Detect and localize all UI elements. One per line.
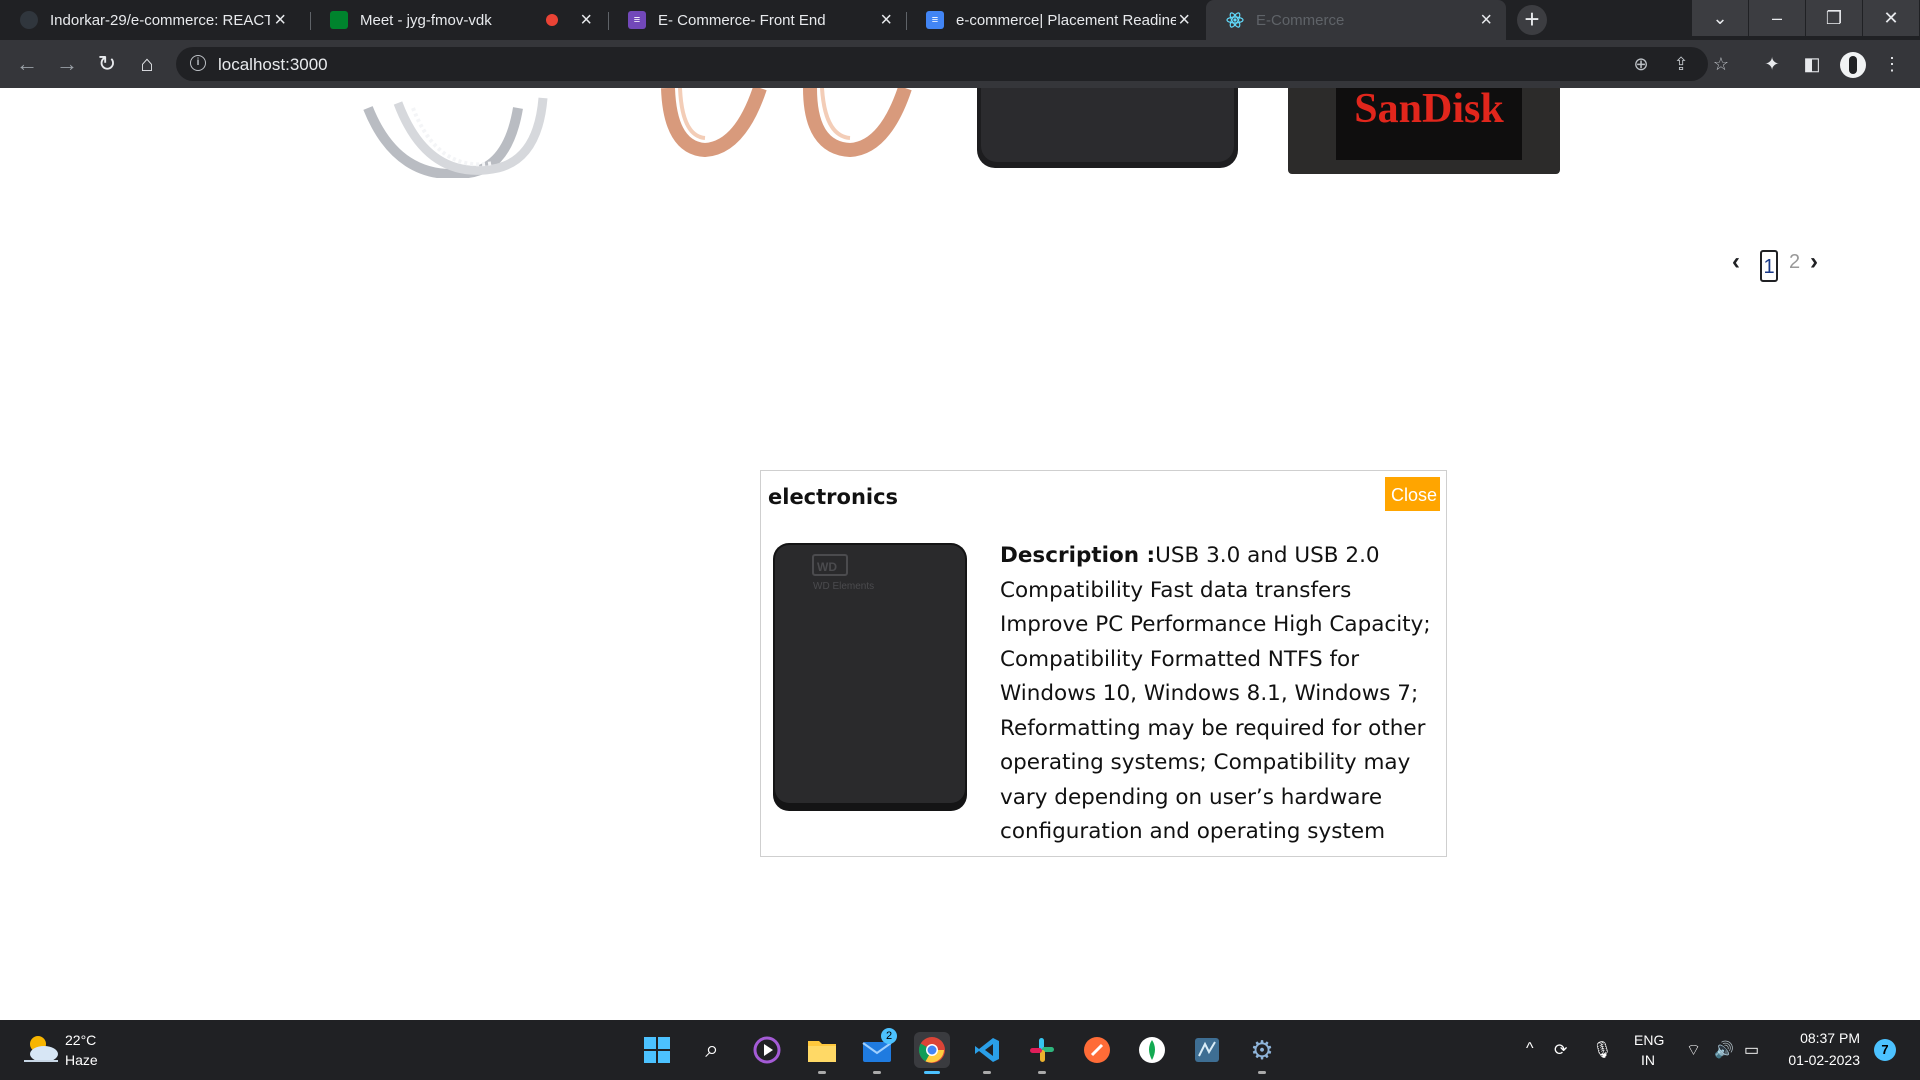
close-tab-icon[interactable]: ×	[880, 10, 892, 30]
browser-toolbar: ← → ↻ ⌂ i localhost:3000 ⊕ ⇪ ☆ ✦ ◧ ⋮	[0, 40, 1920, 88]
weather-haze-icon[interactable]	[22, 1032, 62, 1066]
github-icon	[20, 11, 38, 29]
svg-text:WD: WD	[817, 560, 837, 574]
pagination: ‹ 1 2 ›	[1730, 246, 1840, 286]
running-indicator	[983, 1071, 991, 1074]
back-arrow-icon[interactable]: ←	[13, 50, 41, 78]
ssd-image[interactable]: SanDisk	[1288, 88, 1560, 176]
tab-search-button[interactable]: ⌄	[1692, 0, 1748, 36]
restore-button[interactable]: ❐	[1806, 0, 1862, 36]
file-explorer-icon[interactable]	[804, 1032, 840, 1074]
tab-forms[interactable]: ≡ E- Commerce- Front End ×	[608, 0, 906, 40]
settings-gear-icon[interactable]: ⚙	[1244, 1032, 1280, 1074]
prev-page-button[interactable]: ‹	[1732, 248, 1740, 276]
page-2-button[interactable]: 2	[1789, 251, 1800, 274]
tab-meet[interactable]: Meet - jyg-fmov-vdk ×	[310, 0, 606, 40]
new-tab-button[interactable]: +	[1517, 5, 1547, 35]
close-tab-icon[interactable]: ×	[274, 10, 286, 30]
vscode-icon[interactable]	[969, 1032, 1005, 1074]
extensions-icon[interactable]: ✦	[1760, 52, 1784, 76]
close-window-button[interactable]: ✕	[1863, 0, 1919, 36]
reload-icon[interactable]: ↻	[93, 50, 121, 78]
chrome-icon[interactable]	[914, 1032, 950, 1074]
close-tab-icon[interactable]: ×	[580, 10, 592, 30]
description-text: USB 3.0 and USB 2.0 Compatibility Fast d…	[1000, 543, 1431, 844]
tab-github[interactable]: Indorkar-29/e-commerce: REACT ×	[0, 0, 300, 40]
tab-title: e-commerce| Placement Readine	[956, 11, 1176, 29]
description-label: Description :	[1000, 543, 1156, 568]
minimize-button[interactable]: –	[1749, 0, 1805, 36]
product-image: WD WD Elements	[773, 543, 967, 811]
tab-title: Indorkar-29/e-commerce: REACT	[50, 11, 270, 29]
weather-condition[interactable]: Haze	[65, 1052, 98, 1068]
tab-title: Meet - jyg-fmov-vdk	[360, 11, 492, 29]
close-button[interactable]: Close	[1385, 477, 1440, 511]
tab-strip: Indorkar-29/e-commerce: REACT × Meet - j…	[0, 0, 1920, 40]
page-content: SanDisk ‹ 1 2 › electronics Close WD WD …	[0, 88, 1920, 1020]
tab-ecommerce[interactable]: E-Commerce ×	[1206, 0, 1506, 40]
clock-time[interactable]: 08:37 PM	[1790, 1030, 1860, 1046]
mail-badge: 2	[881, 1028, 897, 1044]
battery-icon[interactable]: ▭	[1744, 1040, 1759, 1060]
slack-icon[interactable]	[1024, 1032, 1060, 1074]
close-tab-icon[interactable]: ×	[1178, 10, 1190, 30]
active-indicator	[924, 1071, 940, 1074]
tab-title: E- Commerce- Front End	[658, 11, 826, 29]
sandisk-logo-text: SanDisk	[1354, 88, 1504, 132]
earrings-image[interactable]	[660, 88, 920, 178]
running-indicator	[873, 1071, 881, 1074]
language-region[interactable]: IN	[1641, 1052, 1655, 1068]
side-panel-icon[interactable]: ◧	[1800, 52, 1824, 76]
running-indicator	[1258, 1071, 1266, 1074]
language-indicator[interactable]: ENG	[1634, 1032, 1664, 1048]
windows-taskbar: 22°C Haze ⌕ 2 ⚙ ^ ⟳ 🎙 ENG IN ⌔ 🔊 ▭ 08:37…	[0, 1020, 1920, 1080]
sync-icon[interactable]: ⟳	[1554, 1040, 1567, 1060]
mysql-workbench-icon[interactable]	[1189, 1032, 1225, 1068]
running-indicator	[818, 1071, 826, 1074]
microphone-icon[interactable]: 🎙	[1592, 1040, 1612, 1060]
windows-start-icon[interactable]	[639, 1032, 675, 1068]
forward-arrow-icon[interactable]: →	[53, 50, 81, 78]
hard-drive-image[interactable]	[975, 88, 1240, 172]
share-icon[interactable]: ⇪	[1670, 53, 1692, 75]
site-info-icon[interactable]: i	[190, 55, 206, 71]
search-icon[interactable]: ⌕	[694, 1032, 730, 1068]
mail-icon[interactable]: 2	[859, 1028, 897, 1074]
next-page-button[interactable]: ›	[1810, 248, 1818, 276]
react-icon	[1226, 11, 1244, 29]
wifi-icon[interactable]: ⌔	[1686, 1040, 1701, 1060]
tab-docs[interactable]: ≡ e-commerce| Placement Readine ×	[906, 0, 1204, 40]
product-image-label: WD Elements	[813, 581, 874, 592]
volume-icon[interactable]: 🔊	[1714, 1040, 1734, 1060]
mongodb-compass-icon[interactable]	[1134, 1032, 1170, 1068]
product-description: Description :USB 3.0 and USB 2.0 Compati…	[1000, 539, 1432, 850]
zoom-icon[interactable]: ⊕	[1630, 53, 1652, 75]
close-tab-icon[interactable]: ×	[1480, 10, 1492, 30]
show-hidden-icons-chevron-icon[interactable]: ^	[1526, 1040, 1534, 1058]
clock-date[interactable]: 01-02-2023	[1780, 1052, 1860, 1068]
recording-icon	[546, 14, 558, 26]
page-1-button[interactable]: 1	[1760, 250, 1778, 282]
media-player-icon[interactable]	[749, 1032, 785, 1068]
google-docs-icon: ≡	[926, 11, 944, 29]
running-indicator	[1038, 1071, 1046, 1074]
tab-title: E-Commerce	[1256, 11, 1345, 29]
google-meet-icon	[330, 11, 348, 29]
home-icon[interactable]: ⌂	[133, 50, 161, 78]
notification-badge[interactable]: 7	[1874, 1039, 1896, 1061]
product-detail-modal: electronics Close WD WD Elements Descrip…	[760, 470, 1447, 857]
address-bar[interactable]: i localhost:3000 ⊕ ⇪ ☆	[176, 47, 1729, 81]
modal-category-title: electronics	[768, 485, 899, 509]
menu-kebab-icon[interactable]: ⋮	[1880, 52, 1904, 76]
ring-image[interactable]	[358, 88, 568, 178]
profile-avatar[interactable]	[1840, 52, 1866, 78]
bookmark-star-icon[interactable]: ☆	[1710, 53, 1732, 75]
weather-temperature[interactable]: 22°C	[65, 1032, 96, 1048]
url-text[interactable]: localhost:3000	[218, 55, 328, 75]
postman-icon[interactable]	[1079, 1032, 1115, 1068]
google-forms-icon: ≡	[628, 11, 646, 29]
